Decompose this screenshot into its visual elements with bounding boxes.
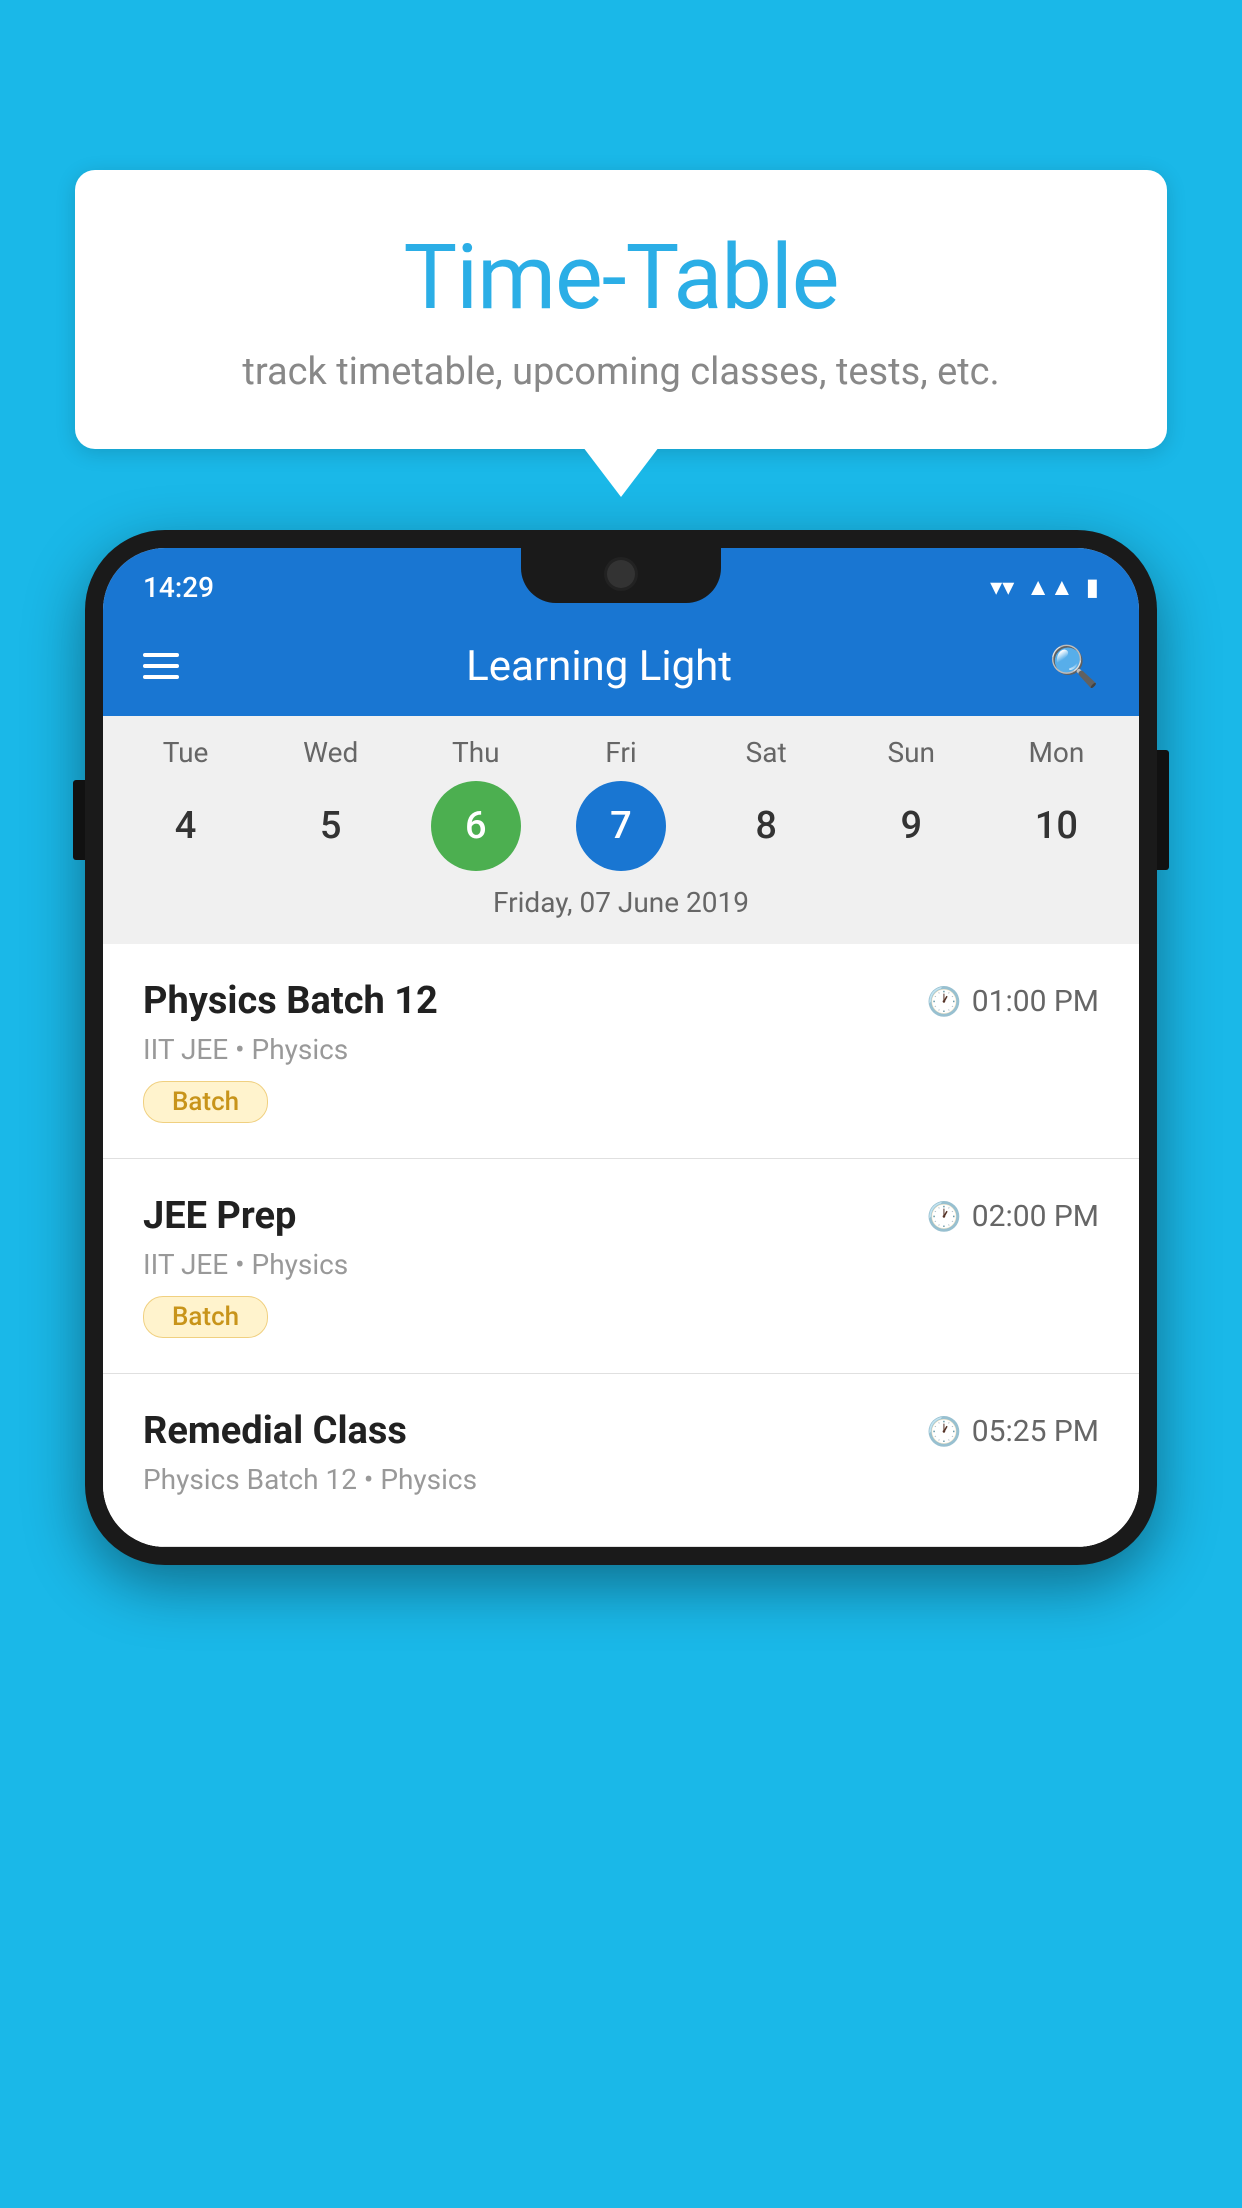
day-thu: Thu	[431, 736, 521, 769]
schedule-item-2-title: JEE Prep	[143, 1194, 296, 1238]
schedule-container: Physics Batch 12 🕐 01:00 PM IIT JEE • Ph…	[103, 944, 1139, 1547]
status-time: 14:29	[143, 571, 214, 604]
schedule-item-2[interactable]: JEE Prep 🕐 02:00 PM IIT JEE • Physics Ba…	[103, 1159, 1139, 1374]
date-7-selected[interactable]: 7	[576, 781, 666, 871]
date-4[interactable]: 4	[141, 781, 231, 871]
date-5[interactable]: 5	[286, 781, 376, 871]
schedule-item-1-badge: Batch	[143, 1081, 268, 1123]
schedule-item-3-header: Remedial Class 🕐 05:25 PM	[143, 1409, 1099, 1453]
clock-icon-1: 🕐	[927, 985, 962, 1018]
schedule-item-1-title: Physics Batch 12	[143, 979, 438, 1023]
schedule-item-1-time: 🕐 01:00 PM	[927, 984, 1099, 1019]
selected-date-label: Friday, 07 June 2019	[113, 886, 1129, 934]
schedule-item-3-sub: Physics Batch 12 • Physics	[143, 1463, 1099, 1496]
day-sun: Sun	[866, 736, 956, 769]
schedule-item-3-time-text: 05:25 PM	[972, 1414, 1099, 1449]
schedule-item-3[interactable]: Remedial Class 🕐 05:25 PM Physics Batch …	[103, 1374, 1139, 1547]
search-icon[interactable]: 🔍	[1049, 643, 1099, 690]
bubble-title: Time-Table	[135, 225, 1107, 330]
speech-bubble: Time-Table track timetable, upcoming cla…	[75, 170, 1167, 449]
schedule-item-2-header: JEE Prep 🕐 02:00 PM	[143, 1194, 1099, 1238]
clock-icon-3: 🕐	[927, 1415, 962, 1448]
hamburger-icon[interactable]	[143, 653, 179, 679]
schedule-item-2-sub: IIT JEE • Physics	[143, 1248, 1099, 1281]
schedule-item-1-time-text: 01:00 PM	[972, 984, 1099, 1019]
schedule-item-3-title: Remedial Class	[143, 1409, 407, 1453]
day-mon: Mon	[1011, 736, 1101, 769]
status-icons: ▾▾ ▲▲ ▮	[990, 573, 1099, 602]
dates-row: 4 5 6 7 8 9 10	[113, 781, 1129, 871]
date-8[interactable]: 8	[721, 781, 811, 871]
day-fri: Fri	[576, 736, 666, 769]
app-title: Learning Light	[179, 642, 1019, 691]
schedule-item-1-sub: IIT JEE • Physics	[143, 1033, 1099, 1066]
phone-mockup: 14:29 ▾▾ ▲▲ ▮ Learning Light 🔍	[85, 530, 1157, 2208]
side-button-left	[73, 780, 85, 860]
schedule-item-1[interactable]: Physics Batch 12 🕐 01:00 PM IIT JEE • Ph…	[103, 944, 1139, 1159]
schedule-item-3-time: 🕐 05:25 PM	[927, 1414, 1099, 1449]
schedule-item-2-time-text: 02:00 PM	[972, 1199, 1099, 1234]
bubble-subtitle: track timetable, upcoming classes, tests…	[135, 350, 1107, 394]
phone-outer: 14:29 ▾▾ ▲▲ ▮ Learning Light 🔍	[85, 530, 1157, 1565]
signal-icon: ▲▲	[1026, 573, 1074, 602]
battery-icon: ▮	[1086, 573, 1099, 601]
clock-icon-2: 🕐	[927, 1200, 962, 1233]
phone-screen: 14:29 ▾▾ ▲▲ ▮ Learning Light 🔍	[103, 548, 1139, 1547]
status-bar: 14:29 ▾▾ ▲▲ ▮	[103, 548, 1139, 616]
side-button-right	[1157, 750, 1169, 870]
day-sat: Sat	[721, 736, 811, 769]
day-tue: Tue	[141, 736, 231, 769]
date-10[interactable]: 10	[1011, 781, 1101, 871]
schedule-item-1-header: Physics Batch 12 🕐 01:00 PM	[143, 979, 1099, 1023]
schedule-item-2-time: 🕐 02:00 PM	[927, 1199, 1099, 1234]
app-bar: Learning Light 🔍	[103, 616, 1139, 716]
wifi-icon: ▾▾	[990, 573, 1014, 601]
speech-bubble-container: Time-Table track timetable, upcoming cla…	[75, 170, 1167, 449]
date-6-today[interactable]: 6	[431, 781, 521, 871]
schedule-item-2-badge: Batch	[143, 1296, 268, 1338]
days-row: Tue Wed Thu Fri Sat Sun Mon	[113, 736, 1129, 769]
date-9[interactable]: 9	[866, 781, 956, 871]
day-wed: Wed	[286, 736, 376, 769]
calendar-strip: Tue Wed Thu Fri Sat Sun Mon 4 5 6 7 8 9 …	[103, 716, 1139, 944]
